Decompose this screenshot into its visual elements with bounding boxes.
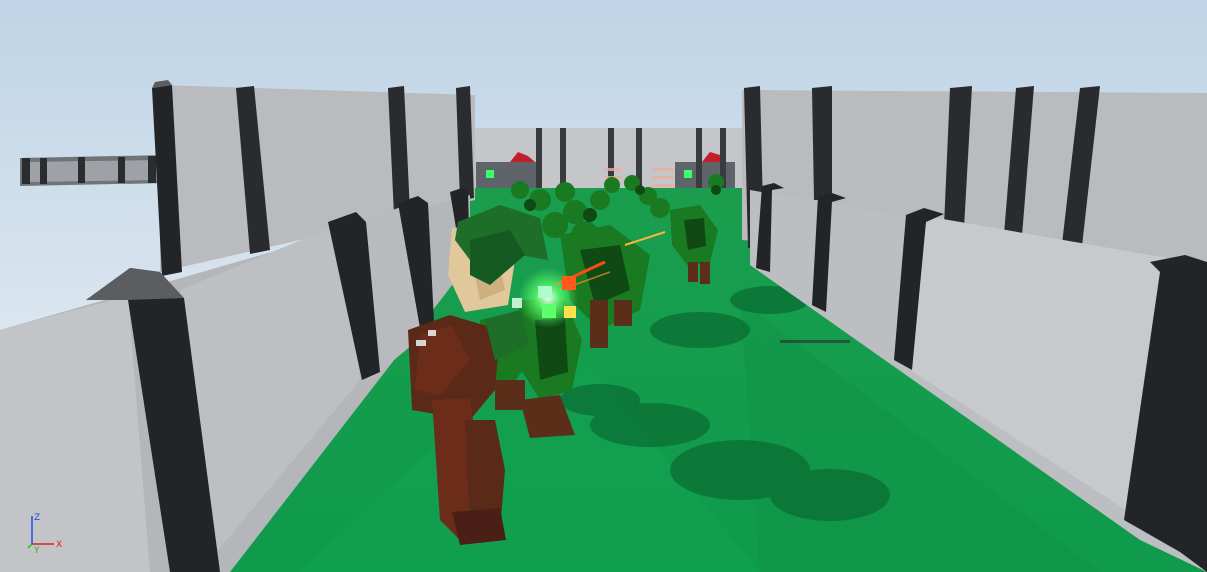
beacon-light-left: [486, 170, 494, 178]
z-axis-label: Z: [34, 513, 40, 523]
game-viewport[interactable]: Z X Y: [0, 0, 1207, 572]
game-scene: [0, 0, 1207, 572]
beacon-light-right: [684, 170, 692, 178]
distant-platform: [20, 155, 168, 186]
axis-gizmo: Z X Y: [27, 513, 62, 555]
x-axis-label: X: [56, 540, 62, 550]
y-axis-label: Y: [33, 546, 40, 555]
y-axis-line: [27, 543, 33, 549]
